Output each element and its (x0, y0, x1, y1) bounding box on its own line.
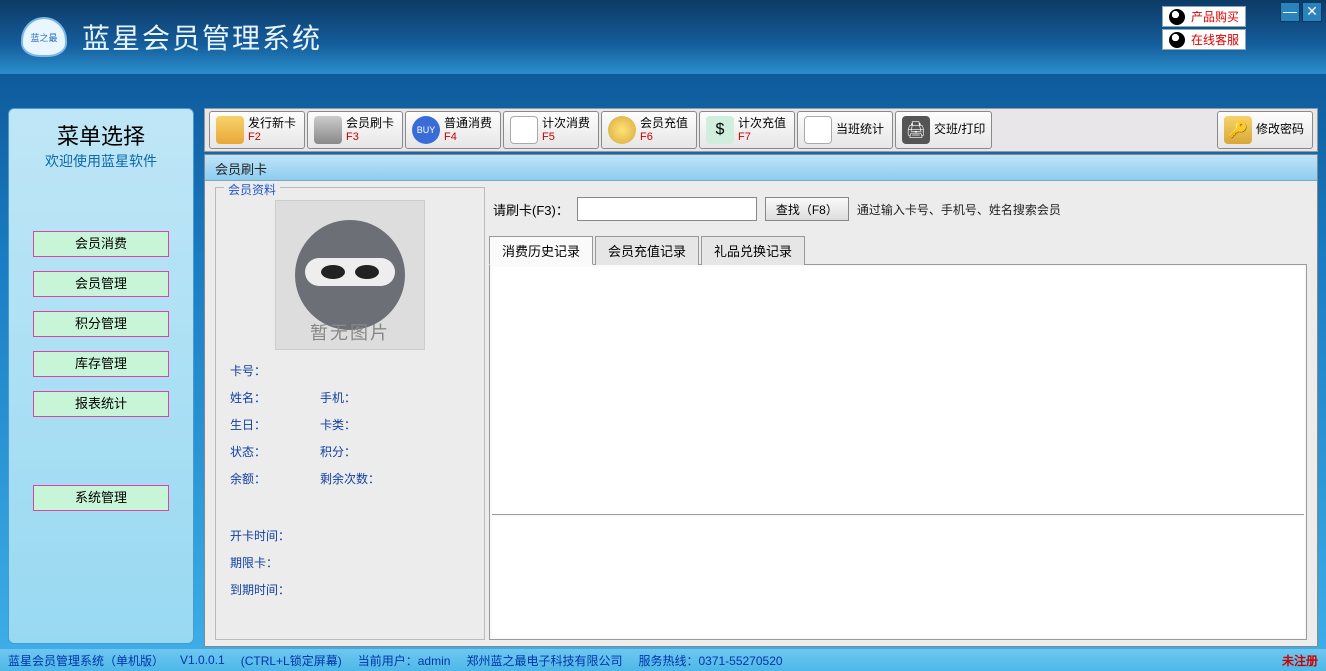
field-phone: 手机： (320, 389, 356, 406)
tb-label: 交班/打印 (934, 123, 985, 137)
main-header: 会员刷卡 (205, 155, 1317, 181)
status-company: 郑州蓝之最电子科技有限公司 (466, 652, 622, 669)
status-user: 当前用户：admin (358, 652, 451, 669)
sidebar-item-system[interactable]: 系统管理 (33, 485, 169, 511)
tb-fn: F3 (346, 131, 394, 144)
status-lockhint: (CTRL+L锁定屏幕) (241, 652, 342, 669)
qq-icon (1169, 9, 1185, 25)
records-pane-lower (492, 517, 1304, 637)
app-logo: 蓝之最 (14, 12, 74, 62)
search-button[interactable]: 查找（F8） (765, 197, 849, 221)
online-service-label: 在线客服 (1191, 31, 1239, 48)
records-pane-upper (492, 267, 1304, 515)
tb-handover-print[interactable]: 🖨 交班/打印 (895, 111, 992, 149)
tb-fn: F6 (640, 131, 688, 144)
search-hint: 通过输入卡号、手机号、姓名搜索会员 (857, 201, 1061, 218)
tb-label: 发行新卡 (248, 117, 296, 131)
tb-fn: F4 (444, 131, 492, 144)
field-birthday: 生日： (230, 416, 320, 433)
sidebar-title: 菜单选择 (9, 117, 193, 151)
tb-label: 计次消费 (542, 117, 590, 131)
main-panel: 会员刷卡 会员资料 暂无图片 卡号： 姓名：手机： 生日：卡类： 状态：积分： … (204, 154, 1318, 647)
field-remain: 剩余次数： (320, 470, 380, 487)
status-product: 蓝星会员管理系统（单机版） (8, 652, 164, 669)
field-opentime: 开卡时间： (230, 527, 320, 544)
card-icon (216, 116, 244, 144)
tb-issue-card[interactable]: 发行新卡F2 (209, 111, 305, 149)
sidebar-item-consume[interactable]: 会员消费 (33, 231, 169, 257)
app-title: 蓝星会员管理系统 (82, 17, 322, 57)
money-icon: $ (706, 116, 734, 144)
key-icon: 🔑 (1224, 116, 1252, 144)
coin-icon (608, 116, 636, 144)
qq-icon (1169, 32, 1185, 48)
tb-label: 会员充值 (640, 117, 688, 131)
field-name: 姓名： (230, 389, 320, 406)
buy-icon: BUY (412, 116, 440, 144)
field-status: 状态： (230, 443, 320, 460)
tb-change-password[interactable]: 🔑 修改密码 (1217, 111, 1313, 149)
tb-shift-stats[interactable]: 当班统计 (797, 111, 893, 149)
card-search-input[interactable] (577, 197, 757, 221)
tb-label: 普通消费 (444, 117, 492, 131)
swipe-icon (314, 116, 342, 144)
field-limitcard: 期限卡： (230, 554, 320, 571)
status-unregistered: 未注册 (1282, 652, 1318, 669)
avatar-placeholder: 暂无图片 (310, 319, 390, 345)
tb-label: 当班统计 (836, 123, 884, 137)
printer-icon: 🖨 (902, 116, 930, 144)
close-button[interactable]: ✕ (1302, 2, 1322, 22)
doc-icon (804, 116, 832, 144)
product-buy-link[interactable]: 产品购买 (1162, 6, 1246, 27)
sidebar-item-reports[interactable]: 报表统计 (33, 391, 169, 417)
title-bar: 蓝之最 蓝星会员管理系统 产品购买 在线客服 — ✕ (0, 0, 1326, 75)
status-hotline: 服务热线：0371-55270520 (638, 652, 782, 669)
field-cardtype: 卡类： (320, 416, 356, 433)
note-icon (510, 116, 538, 144)
member-legend: 会员资料 (224, 181, 280, 198)
tb-label: 计次充值 (738, 117, 786, 131)
tb-count-recharge[interactable]: $ 计次充值F7 (699, 111, 795, 149)
tb-recharge[interactable]: 会员充值F6 (601, 111, 697, 149)
window-controls: — ✕ (1280, 2, 1322, 22)
tab-content (489, 265, 1307, 640)
status-bar: 蓝星会员管理系统（单机版） V1.0.0.1 (CTRL+L锁定屏幕) 当前用户… (0, 649, 1326, 671)
minimize-button[interactable]: — (1280, 2, 1300, 22)
tab-gift-history[interactable]: 礼品兑换记录 (701, 236, 805, 265)
logo-icon: 蓝之最 (21, 17, 67, 57)
tb-label: 会员刷卡 (346, 117, 394, 131)
tab-consume-history[interactable]: 消费历史记录 (489, 236, 593, 265)
tb-normal-consume[interactable]: BUY 普通消费F4 (405, 111, 501, 149)
tb-label: 修改密码 (1256, 123, 1304, 137)
tab-recharge-history[interactable]: 会员充值记录 (595, 236, 699, 265)
sidebar-item-points[interactable]: 积分管理 (33, 311, 169, 337)
member-avatar: 暂无图片 (275, 200, 425, 350)
record-tabs: 消费历史记录 会员充值记录 礼品兑换记录 (489, 235, 1307, 265)
product-buy-label: 产品购买 (1191, 8, 1239, 25)
tb-swipe-card[interactable]: 会员刷卡F3 (307, 111, 403, 149)
field-points: 积分： (320, 443, 356, 460)
tb-fn: F5 (542, 131, 590, 144)
field-balance: 余额： (230, 470, 320, 487)
tb-fn: F7 (738, 131, 786, 144)
right-panel: 请刷卡(F3)： 查找（F8） 通过输入卡号、手机号、姓名搜索会员 消费历史记录… (489, 187, 1307, 640)
sidebar-item-member[interactable]: 会员管理 (33, 271, 169, 297)
member-info-group: 会员资料 暂无图片 卡号： 姓名：手机： 生日：卡类： 状态：积分： 余额：剩余… (215, 187, 485, 640)
tb-fn: F2 (248, 131, 296, 144)
sidebar: 菜单选择 欢迎使用蓝星软件 会员消费 会员管理 积分管理 库存管理 报表统计 系… (8, 108, 194, 644)
status-version: V1.0.0.1 (180, 653, 225, 667)
toolbar: 发行新卡F2 会员刷卡F3 BUY 普通消费F4 计次消费F5 会员充值F6 $ 计… (204, 108, 1318, 152)
tb-count-consume[interactable]: 计次消费F5 (503, 111, 599, 149)
search-label: 请刷卡(F3)： (493, 200, 569, 219)
sidebar-item-stock[interactable]: 库存管理 (33, 351, 169, 377)
top-links: 产品购买 在线客服 (1162, 6, 1246, 50)
search-row: 请刷卡(F3)： 查找（F8） 通过输入卡号、手机号、姓名搜索会员 (489, 187, 1307, 235)
field-expiretime: 到期时间： (230, 581, 320, 598)
avatar-icon (295, 220, 405, 330)
sidebar-subtitle: 欢迎使用蓝星软件 (9, 151, 193, 171)
online-service-link[interactable]: 在线客服 (1162, 29, 1246, 50)
field-cardno: 卡号： (230, 362, 320, 379)
